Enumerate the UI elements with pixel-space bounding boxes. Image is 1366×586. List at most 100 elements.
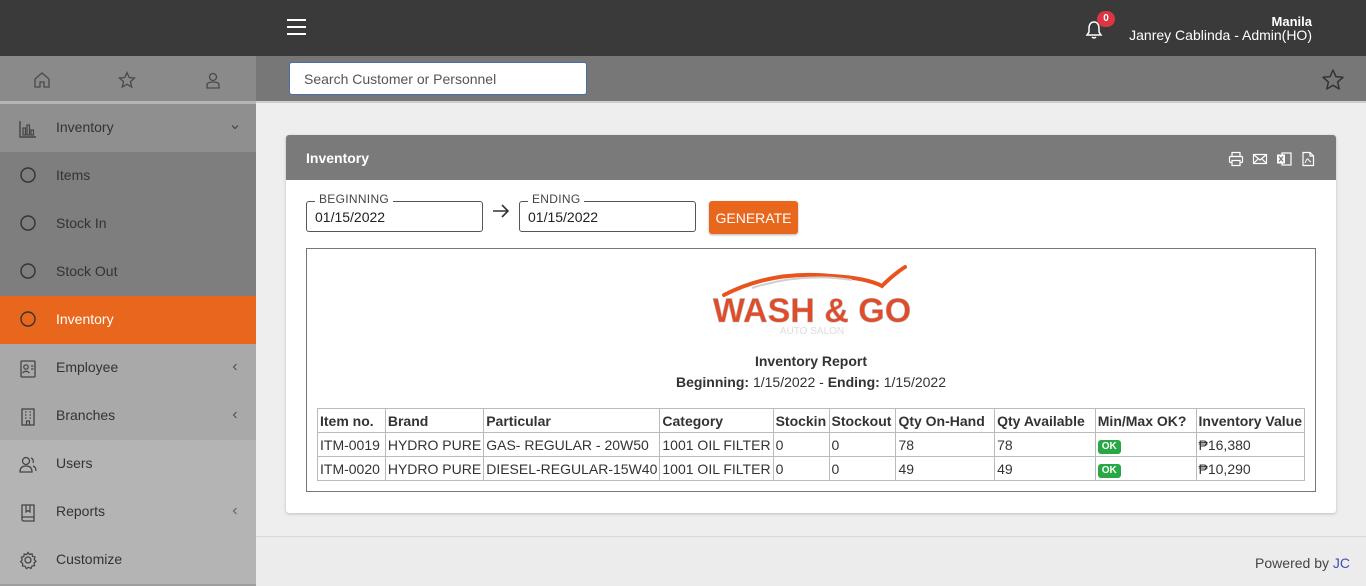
sidebar-item-stock-in[interactable]: Stock In (0, 200, 256, 248)
column-header: Item no. (317, 408, 386, 433)
particular-cell: GAS- REGULAR - 20W50 (483, 432, 661, 457)
column-header: Inventory Value (1195, 408, 1306, 433)
report-range-separator: - (819, 374, 824, 390)
sidebar-item-label: Inventory (56, 311, 114, 327)
min-max-cell: OK (1094, 432, 1197, 457)
email-icon[interactable] (1252, 151, 1268, 167)
sidebar-item-label: Customize (56, 551, 123, 567)
min-max-cell: OK (1094, 456, 1197, 481)
ending-date-label: ENDING (528, 192, 585, 206)
search-input[interactable] (289, 62, 587, 95)
powered-by: Powered by JC (1255, 555, 1350, 571)
sidebar-item-label: Stock Out (56, 263, 118, 279)
print-icon[interactable] (1228, 151, 1244, 167)
powered-by-link[interactable]: JC (1333, 555, 1350, 571)
svg-text:WASH & GO: WASH & GO (713, 292, 911, 330)
search-bar-row (256, 56, 1366, 103)
column-header: Qty On-Hand (895, 408, 996, 433)
excel-icon[interactable] (1276, 151, 1292, 167)
card-header: Inventory (286, 135, 1336, 180)
inventory-value-cell: ₱16,380 (1195, 432, 1306, 457)
footer: Powered by JC (256, 536, 1366, 586)
hamburger-menu-icon[interactable] (287, 19, 306, 36)
brand-cell: HYDRO PURE (384, 456, 485, 481)
particular-cell: DIESEL-REGULAR-15W40 (483, 456, 661, 481)
sidebar-item-label: Users (56, 455, 93, 471)
beginning-date-value[interactable]: 01/15/2022 (315, 209, 385, 225)
report-beginning-label: Beginning: (675, 374, 750, 390)
chevron-left-icon (232, 507, 237, 515)
item-no-cell: ITM-0019 (317, 432, 386, 457)
card-title: Inventory (306, 150, 370, 166)
qty-available-cell: 78 (994, 432, 1096, 457)
table-row: ITM-0020 HYDRO PURE DIESEL-REGULAR-15W40… (317, 456, 1306, 481)
gear-icon (19, 551, 37, 570)
favorite-star-icon[interactable] (1321, 68, 1345, 92)
ok-badge: OK (1097, 463, 1121, 478)
sidebar-item-customize[interactable]: Customize (0, 536, 256, 584)
table-header-row: Item no. Brand Particular Category Stock… (317, 408, 1306, 433)
sidebar-item-label: Stock In (56, 215, 107, 231)
item-no-cell: ITM-0020 (317, 456, 386, 481)
circle-icon (20, 263, 36, 279)
home-icon[interactable] (33, 71, 51, 89)
book-icon (21, 504, 35, 522)
sidebar-item-label: Items (56, 167, 91, 183)
report-ending-value: 1/15/2022 (883, 374, 947, 390)
ending-date-field[interactable]: ENDING 01/15/2022 (519, 192, 696, 232)
sidebar-item-items[interactable]: Items (0, 152, 256, 200)
sidebar-item-employee[interactable]: Employee (0, 344, 256, 392)
sidebar-item-branches[interactable]: Branches (0, 392, 256, 440)
brand-cell: HYDRO PURE (384, 432, 485, 457)
sidebar-item-label: Inventory (56, 119, 114, 135)
qty-on-hand-cell: 78 (895, 432, 996, 457)
report-area: WASH & GO AUTO SALON Inventory Report Be… (306, 248, 1316, 492)
user-name[interactable]: Janrey Cablinda - Admin(HO) (1129, 27, 1312, 43)
chart-icon (19, 121, 36, 138)
column-header: Qty Available (994, 408, 1096, 433)
beginning-date-field[interactable]: BEGINNING 01/15/2022 (306, 192, 483, 232)
stockin-cell: 0 (772, 432, 830, 457)
report-title: Inventory Report (754, 353, 867, 369)
circle-icon (20, 167, 36, 183)
pdf-icon[interactable] (1300, 151, 1316, 167)
stockin-cell: 0 (772, 456, 830, 481)
star-icon[interactable] (118, 71, 136, 89)
employee-badge-icon (20, 360, 36, 378)
top-bar-brand-area (0, 0, 256, 56)
powered-by-text: Powered by (1255, 555, 1329, 571)
column-header: Brand (384, 408, 485, 433)
chevron-down-icon (231, 125, 239, 130)
sidebar-item-users[interactable]: Users (0, 440, 256, 488)
qty-available-cell: 49 (994, 456, 1096, 481)
column-header: Min/Max OK? (1094, 408, 1197, 433)
sidebar-item-inventory-group[interactable]: Inventory (0, 104, 256, 152)
svg-text:AUTO SALON: AUTO SALON (780, 326, 844, 337)
building-icon (21, 408, 35, 426)
circle-icon (20, 215, 36, 231)
report-beginning-value: 1/15/2022 (752, 374, 816, 390)
sidebar-item-inventory[interactable]: Inventory (0, 296, 256, 344)
sidebar-item-reports[interactable]: Reports (0, 488, 256, 536)
notification-count-badge: 0 (1097, 11, 1115, 27)
column-header: Stockout (828, 408, 897, 433)
chevron-left-icon (232, 411, 237, 419)
users-icon (19, 456, 37, 473)
sidebar-item-stock-out[interactable]: Stock Out (0, 248, 256, 296)
beginning-date-label: BEGINNING (315, 192, 394, 206)
category-cell: 1001 OIL FILTER (659, 456, 774, 481)
report-date-range: Beginning: 1/15/2022 - Ending: 1/15/2022 (307, 374, 1315, 390)
report-ending-label: Ending: (827, 374, 880, 390)
user-icon[interactable] (204, 71, 222, 89)
stockout-cell: 0 (828, 432, 897, 457)
top-bar: 0 Manila Janrey Cablinda - Admin(HO) (0, 0, 1366, 56)
generate-button[interactable]: GENERATE (709, 201, 798, 234)
table-row: ITM-0019 HYDRO PURE GAS- REGULAR - 20W50… (317, 432, 1306, 457)
sidebar-item-label: Reports (56, 503, 106, 519)
sidebar-item-label: Branches (56, 407, 116, 423)
inventory-value-cell: ₱10,290 (1195, 456, 1306, 481)
ending-date-value[interactable]: 01/15/2022 (528, 209, 598, 225)
ok-badge: OK (1097, 439, 1121, 454)
inventory-card: Inventory BEGINNING 01/15/2022 ENDING 01 (286, 135, 1336, 513)
circle-icon (20, 311, 36, 327)
